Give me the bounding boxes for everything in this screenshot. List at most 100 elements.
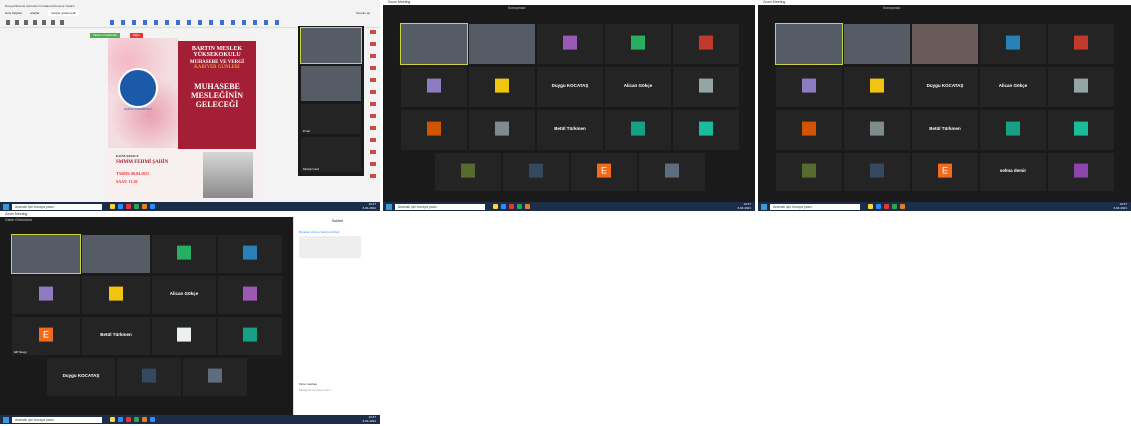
edit-icons[interactable] xyxy=(110,20,280,25)
participant-tile[interactable]: Duygu KOCATAŞ xyxy=(47,358,115,396)
taskbar-apps[interactable] xyxy=(110,204,155,209)
side-video-1[interactable] xyxy=(300,27,362,64)
poster-title-2: YÜKSEKOKULU xyxy=(193,52,241,58)
taskbar-4: Aramak için buraya yazın 13:47 6.04.2021 xyxy=(0,415,380,424)
participant-tile[interactable] xyxy=(503,153,569,191)
tab-home[interactable]: Giriş Sayfası xyxy=(5,10,22,16)
participant-tile[interactable] xyxy=(1048,24,1114,64)
participant-tile[interactable]: Duygu KOCATAŞ xyxy=(537,67,603,107)
poster-sub-1: MUHASEBE xyxy=(194,82,240,91)
taskbar-clock: 13:47 6.04.2021 xyxy=(362,202,376,210)
participant-tile[interactable] xyxy=(435,153,501,191)
video-tile[interactable] xyxy=(775,23,843,65)
participant-tile[interactable] xyxy=(776,67,842,107)
poster-sub-2: MESLEĞİNİN xyxy=(190,91,243,100)
video-tile[interactable] xyxy=(82,235,150,273)
participant-tile[interactable]: Alican Gökçe xyxy=(980,67,1046,107)
participant-tile[interactable] xyxy=(12,276,80,314)
video-tile[interactable] xyxy=(469,24,535,64)
side-video-2[interactable] xyxy=(301,66,361,101)
taskbar-search[interactable]: Aramak için buraya yazın xyxy=(12,416,102,423)
logo-text: BARTIN ÜNİVERSİTESİ xyxy=(124,108,152,111)
pdf-menu-bar[interactable]: Dosya Düzenle Görünüm İmzalama Pencere Y… xyxy=(0,4,380,9)
participant-tile[interactable] xyxy=(117,358,181,396)
participant-tile[interactable] xyxy=(218,235,282,273)
video-tile[interactable] xyxy=(912,24,978,64)
signin-button[interactable]: Oturum aç xyxy=(356,10,380,16)
participant-tile[interactable] xyxy=(980,24,1046,64)
participant-tile[interactable] xyxy=(673,67,739,107)
participant-tile[interactable]: Betül Türkmen xyxy=(82,317,150,355)
taskbar-clock: 13:47 6.04.2021 xyxy=(362,415,376,423)
participant-tile[interactable] xyxy=(605,110,671,150)
participant-tile[interactable] xyxy=(776,110,842,150)
participant-tile[interactable]: Duygu KOCATAŞ xyxy=(912,67,978,107)
taskbar-2: Aramak için buraya yazın 13:47 6.04.2021 xyxy=(383,202,755,211)
windows-icon[interactable] xyxy=(3,203,9,210)
participant-tile[interactable] xyxy=(673,110,739,150)
participant-tile[interactable] xyxy=(82,276,150,314)
chat-panel: Sohbet Buradan Ahmet Sefa'ya (Özel) Kime… xyxy=(293,217,380,415)
chat-message-bubble xyxy=(299,236,361,258)
participant-tile[interactable] xyxy=(776,153,842,191)
tab-document[interactable]: kariyer günleri.pdf xyxy=(47,10,80,16)
taskbar-search[interactable]: Aramak için buraya yazın xyxy=(12,203,102,210)
participant-tile[interactable]: E xyxy=(912,153,978,191)
chat-message-from: Buradan Ahmet Sefa'ya (Özel) xyxy=(299,230,340,234)
taskbar-search[interactable]: Aramak için buraya yazın xyxy=(770,203,860,210)
participant-tile[interactable] xyxy=(183,358,247,396)
taskbar-clock: 13:47 6.04.2021 xyxy=(737,202,751,210)
taskbar-apps[interactable] xyxy=(493,204,530,209)
participant-tile[interactable] xyxy=(152,235,216,273)
event-time: SAAT: 13.30 xyxy=(116,179,138,184)
windows-icon[interactable] xyxy=(386,203,392,210)
participant-tile[interactable] xyxy=(1048,110,1114,150)
video-tile[interactable] xyxy=(400,23,468,65)
chat-input[interactable]: Mesajınızı buraya yazın... xyxy=(299,388,375,392)
participant-tile[interactable]: E xyxy=(571,153,637,191)
participant-tile[interactable] xyxy=(605,24,671,64)
participant-tile[interactable]: Alican Gökçe xyxy=(152,276,216,314)
participant-tile[interactable] xyxy=(1048,153,1114,191)
side-video-3[interactable]: Pınar xyxy=(301,104,361,134)
side-video-4[interactable]: Muhammed xyxy=(301,137,361,172)
participant-tile[interactable] xyxy=(844,67,910,107)
participant-tile[interactable]: selma demir xyxy=(980,153,1046,191)
participant-tile[interactable] xyxy=(218,317,282,355)
participant-tile[interactable] xyxy=(218,276,282,314)
windows-icon[interactable] xyxy=(761,203,767,210)
view-label[interactable]: Galeri Görünümü xyxy=(5,218,32,222)
pdf-tab-bar: Giriş Sayfası Araçlar kariyer günleri.pd… xyxy=(0,10,380,16)
participant-tile[interactable] xyxy=(639,153,705,191)
avatar: E xyxy=(597,163,611,178)
participant-tile[interactable] xyxy=(1048,67,1114,107)
participant-tile[interactable] xyxy=(469,110,535,150)
right-tool-icons[interactable] xyxy=(370,30,376,180)
windows-icon[interactable] xyxy=(3,416,9,423)
taskbar-apps[interactable] xyxy=(110,417,155,422)
participant-tile[interactable]: Betül Türkmen xyxy=(537,110,603,150)
participant-tile[interactable] xyxy=(844,153,910,191)
taskbar-apps[interactable] xyxy=(868,204,905,209)
video-tile[interactable] xyxy=(844,24,910,64)
poster-title-4: KARİYER GÜNLERİ xyxy=(194,65,240,70)
participant-tile[interactable]: E Elif Sevgi xyxy=(12,317,80,355)
zoom-gallery-4: Alican Gökçe E Elif Sevgi Betül Türkmen D… xyxy=(0,223,293,415)
participant-tile[interactable] xyxy=(673,24,739,64)
participant-tile[interactable]: Alican Gökçe xyxy=(605,67,671,107)
participant-tile[interactable]: Betül Türkmen xyxy=(912,110,978,150)
taskbar-search[interactable]: Aramak için buraya yazın xyxy=(395,203,485,210)
participant-tile[interactable] xyxy=(537,24,603,64)
participant-tile[interactable] xyxy=(152,317,216,355)
toolbar-icons[interactable] xyxy=(6,20,66,25)
chat-recipient[interactable]: Kime: Herkes xyxy=(299,382,317,386)
participant-tile[interactable] xyxy=(980,110,1046,150)
speaker-photo xyxy=(203,152,253,198)
speaker-banner-3: Konuşmacı xyxy=(883,6,901,10)
video-tile[interactable] xyxy=(11,234,81,274)
participant-tile[interactable] xyxy=(469,67,535,107)
tab-tools[interactable]: Araçlar xyxy=(30,10,40,16)
participant-tile[interactable] xyxy=(401,67,467,107)
participant-tile[interactable] xyxy=(844,110,910,150)
participant-tile[interactable] xyxy=(401,110,467,150)
